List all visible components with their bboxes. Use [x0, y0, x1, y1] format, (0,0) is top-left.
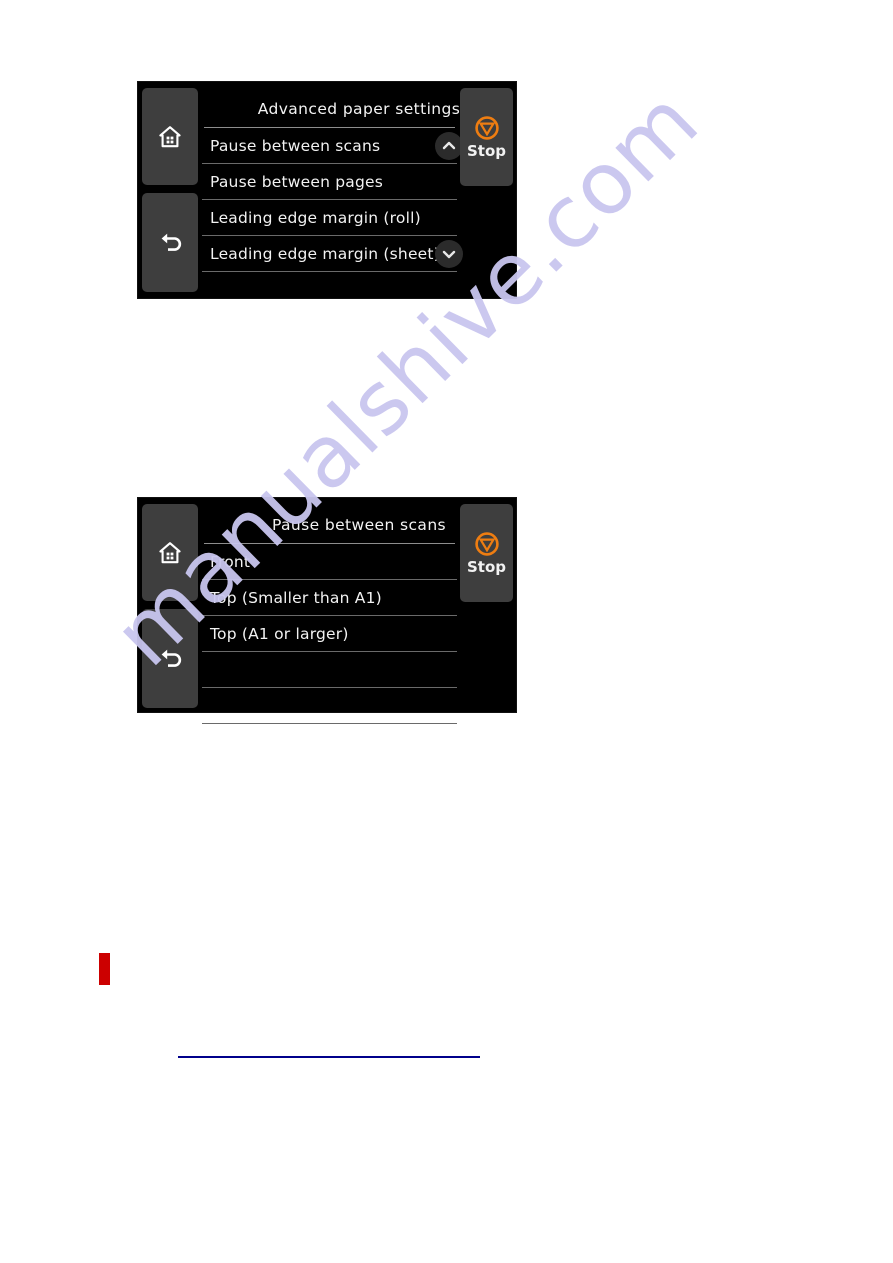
list-item[interactable]: Top (Smaller than A1): [202, 580, 457, 616]
settings-list: Pause between scans Pause between pages …: [202, 128, 463, 272]
list-item-label: Top (A1 or larger): [210, 624, 349, 643]
list-item[interactable]: [202, 688, 457, 724]
list-item[interactable]: Pause between scans: [202, 128, 463, 164]
side-key-strip: [142, 88, 198, 292]
home-icon: [159, 541, 181, 563]
chevron-down-icon: [442, 250, 456, 259]
list-item-label: Front: [210, 552, 251, 571]
list-item[interactable]: Pause between pages: [202, 164, 457, 200]
list-item-label: Top (Smaller than A1): [210, 588, 382, 607]
back-arrow-icon: [161, 233, 182, 251]
printer-screen-advanced-paper-settings: Stop Advanced paper settings Pause betwe…: [138, 82, 516, 298]
list-item[interactable]: Front: [202, 544, 457, 580]
list-item[interactable]: Leading edge margin (sheet): [202, 236, 463, 272]
scroll-down-button[interactable]: [435, 240, 463, 268]
settings-list: Front Top (Smaller than A1) Top (A1 or l…: [202, 544, 457, 724]
home-key[interactable]: [142, 504, 198, 601]
home-key[interactable]: [142, 88, 198, 185]
list-item-label: Pause between pages: [210, 172, 384, 191]
printer-screen-pause-between-scans: Stop Pause between scans Front Top (Smal…: [138, 498, 516, 724]
stop-key-label: Stop: [466, 557, 507, 576]
list-item-label: Leading edge margin (roll): [210, 208, 421, 227]
stop-icon: [474, 115, 499, 140]
scroll-up-button[interactable]: [435, 132, 463, 160]
link-underline[interactable]: [178, 1056, 480, 1058]
red-change-bar: [99, 953, 110, 985]
stop-key[interactable]: Stop: [460, 88, 513, 186]
back-key[interactable]: [142, 193, 198, 292]
chevron-up-icon: [442, 141, 456, 150]
list-item[interactable]: [202, 652, 457, 688]
stop-icon: [474, 531, 499, 556]
list-item-label: Leading edge margin (sheet): [210, 244, 440, 263]
list-item[interactable]: Leading edge margin (roll): [202, 200, 457, 236]
stop-key[interactable]: Stop: [460, 504, 513, 602]
list-item[interactable]: Top (A1 or larger): [202, 616, 457, 652]
stop-key-label: Stop: [466, 141, 507, 160]
back-key[interactable]: [142, 609, 198, 708]
side-key-strip: [142, 504, 198, 708]
home-icon: [159, 125, 181, 147]
list-item-label: Pause between scans: [210, 136, 381, 155]
back-arrow-icon: [161, 649, 182, 667]
